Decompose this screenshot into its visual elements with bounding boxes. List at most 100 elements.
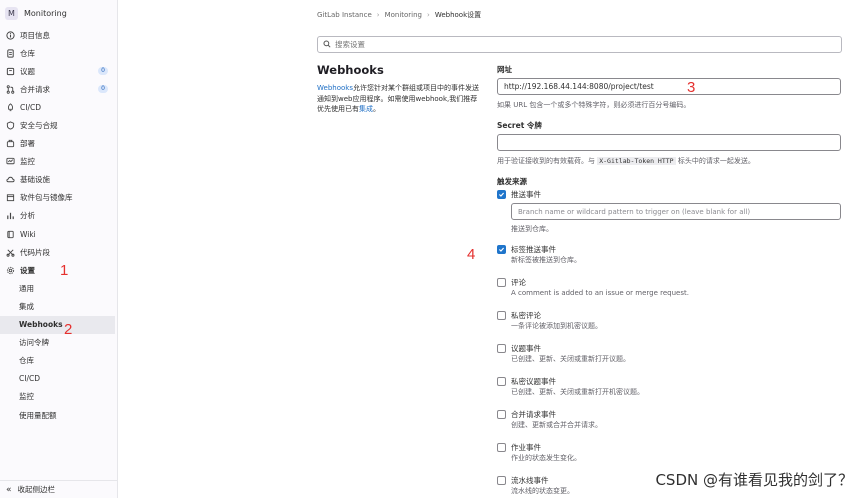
tag-push-events-checkbox[interactable] <box>497 245 506 254</box>
trigger-desc: 作业的状态发生变化。 <box>511 454 581 462</box>
sidebar-subitem-webhooks[interactable]: Webhooks <box>0 315 115 334</box>
snippet-icon <box>6 248 15 257</box>
trigger-job-events[interactable]: 作业事件作业的状态发生变化。 <box>497 442 581 463</box>
sidebar-item-monitor[interactable]: 监控 <box>0 153 117 171</box>
trigger-desc: 已创建、更新、关闭或重新打开议题。 <box>511 355 630 363</box>
trigger-name: 私密评论 <box>511 311 541 320</box>
annotation-2: 2 <box>64 321 73 338</box>
push-events-checkbox[interactable] <box>497 190 506 199</box>
section-description: Webhooks允许您针对某个群组或项目中的事件发送通知到web应用程序。如需使… <box>317 83 479 115</box>
job-events-checkbox[interactable] <box>497 443 506 452</box>
sidebar-subitem-monitor[interactable]: 监控 <box>0 388 117 406</box>
sidebar-item-security[interactable]: 安全与合规 <box>0 116 117 134</box>
trigger-name: 推送事件 <box>511 190 541 199</box>
trigger-tag-push-events[interactable]: 标签推送事件 新标签被推送到仓库。 <box>497 244 581 265</box>
trigger-confidential-comments[interactable]: 私密评论一条评论被添加到机密议题。 <box>497 310 602 331</box>
branch-filter-input[interactable]: Branch name or wildcard pattern to trigg… <box>511 203 841 220</box>
sidebar-item-project-info[interactable]: 项目信息 <box>0 26 117 44</box>
sidebar-item-wiki[interactable]: Wiki <box>0 225 117 243</box>
issues-events-checkbox[interactable] <box>497 344 506 353</box>
monitor-icon <box>6 157 15 166</box>
pipeline-events-checkbox[interactable] <box>497 476 506 485</box>
sidebar-subitem-integrations[interactable]: 集成 <box>0 297 117 315</box>
sidebar-item-cicd[interactable]: CI/CD <box>0 98 117 116</box>
secret-help-post: 标头中的请求一起发送。 <box>677 157 755 165</box>
cloud-icon <box>6 175 15 184</box>
trigger-name: 议题事件 <box>511 344 541 353</box>
merge-request-events-checkbox[interactable] <box>497 410 506 419</box>
issues-count-badge: 0 <box>98 67 108 76</box>
sidebar-item-infrastructure[interactable]: 基础设施 <box>0 171 117 189</box>
breadcrumb-item-project[interactable]: Monitoring <box>385 11 422 19</box>
secret-help-code: X-Gitlab-Token HTTP <box>597 157 676 165</box>
sidebar-item-deployments[interactable]: 部署 <box>0 135 117 153</box>
sidebar-item-settings[interactable]: 设置 <box>0 261 117 279</box>
trigger-confidential-issues-events[interactable]: 私密议题事件 已创建、更新、关闭或重新打开机密议题。 <box>497 376 644 397</box>
sidebar-subitem-general[interactable]: 通用 <box>0 279 117 297</box>
trigger-name: 合并请求事件 <box>511 410 556 419</box>
trigger-pipeline-events[interactable]: 流水线事件流水线的状态变更。 <box>497 475 574 496</box>
trigger-desc: 创建、更新或合并合并请求。 <box>511 421 602 429</box>
sidebar-item-packages[interactable]: 软件包与镜像库 <box>0 189 117 207</box>
section-description-end: 。 <box>373 105 380 113</box>
project-header[interactable]: M Monitoring <box>0 0 117 26</box>
confidential-issues-events-checkbox[interactable] <box>497 377 506 386</box>
trigger-desc: 推送到仓库。 <box>511 225 553 233</box>
book-icon <box>6 230 15 239</box>
trigger-desc: 流水线的状态变更。 <box>511 487 574 495</box>
sidebar-item-label: Wiki <box>20 229 36 239</box>
annotation-4: 4 <box>467 246 476 263</box>
sidebar-item-merge-requests[interactable]: 合并请求 0 <box>0 80 117 98</box>
merge-request-icon <box>6 85 15 94</box>
sidebar-item-snippets[interactable]: 代码片段 <box>0 243 117 261</box>
project-avatar: M <box>5 6 18 20</box>
sidebar-item-label: 部署 <box>20 139 35 149</box>
sidebar-subitem-usage-quotas[interactable]: 使用量配额 <box>0 406 117 424</box>
sidebar-item-label: 代码片段 <box>20 247 50 257</box>
breadcrumb-item-current[interactable]: Webhook设置 <box>435 10 481 20</box>
sidebar-item-issues[interactable]: 议题 0 <box>0 62 117 80</box>
watermark: CSDN @有谁看见我的剑了？ <box>655 471 853 489</box>
breadcrumb-item-instance[interactable]: GitLab Instance <box>317 11 372 19</box>
settings-search-input[interactable]: 搜索设置 <box>317 36 842 53</box>
breadcrumb: GitLab Instance › Monitoring › Webhook设置 <box>317 10 481 20</box>
sidebar-subitem-access-tokens[interactable]: 访问令牌 <box>0 334 117 352</box>
sidebar-item-label: 议题 <box>20 66 35 76</box>
sidebar-subitem-cicd[interactable]: CI/CD <box>0 370 117 388</box>
trigger-name: 标签推送事件 <box>511 245 556 254</box>
trigger-push-events[interactable]: 推送事件 <box>497 189 541 200</box>
sidebar-item-label: 软件包与镜像库 <box>20 193 73 203</box>
secret-help-pre: 用于验证接收到的有效载荷。与 <box>497 157 595 165</box>
webhooks-doc-link[interactable]: Webhooks <box>317 84 353 92</box>
secret-token-field[interactable] <box>497 134 841 151</box>
trigger-desc: 已创建、更新、关闭或重新打开机密议题。 <box>511 388 644 396</box>
project-name: Monitoring <box>24 8 67 18</box>
sidebar-item-label: 合并请求 <box>20 84 50 94</box>
trigger-merge-request-events[interactable]: 合并请求事件创建、更新或合并合并请求。 <box>497 409 602 430</box>
confidential-comments-checkbox[interactable] <box>497 311 506 320</box>
deploy-icon <box>6 139 15 148</box>
trigger-desc: 一条评论被添加到机密议题。 <box>511 322 602 330</box>
chevron-right-icon: › <box>427 11 430 19</box>
url-help-text: 如果 URL 包含一个或多个特殊字符，则必须进行百分号编码。 <box>497 101 691 109</box>
sidebar-item-analytics[interactable]: 分析 <box>0 207 117 225</box>
trigger-issues-events[interactable]: 议题事件已创建、更新、关闭或重新打开议题。 <box>497 343 630 364</box>
search-icon <box>323 39 335 50</box>
url-label: 网址 <box>497 65 512 74</box>
sidebar-item-label: 监控 <box>20 157 35 167</box>
trigger-label: 触发来源 <box>497 177 527 186</box>
sidebar-item-repository[interactable]: 仓库 <box>0 44 117 62</box>
double-chevron-left-icon: « <box>6 484 12 495</box>
collapse-sidebar-button[interactable]: « 收起侧边栏 <box>0 480 117 498</box>
comments-checkbox[interactable] <box>497 278 506 287</box>
trigger-desc: A comment is added to an issue or merge … <box>511 289 689 297</box>
trigger-comments[interactable]: 评论 A comment is added to an issue or merg… <box>497 277 689 298</box>
integrations-link[interactable]: 集成 <box>359 105 373 113</box>
annotation-1: 1 <box>60 262 69 279</box>
checkmark-icon <box>499 192 505 197</box>
trigger-name: 流水线事件 <box>511 476 549 485</box>
url-field[interactable]: http://192.168.44.144:8080/project/test <box>497 78 841 95</box>
sidebar-subitem-repository[interactable]: 仓库 <box>0 352 117 370</box>
trigger-name: 作业事件 <box>511 443 541 452</box>
issues-icon <box>6 67 15 76</box>
